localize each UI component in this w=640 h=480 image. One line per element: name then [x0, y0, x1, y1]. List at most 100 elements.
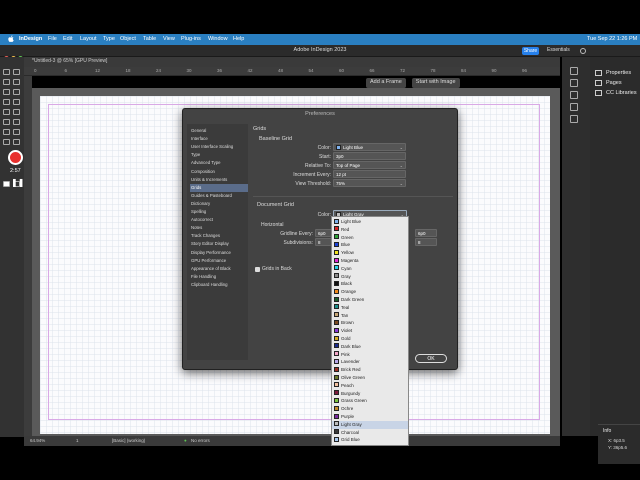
gap-tool-icon[interactable]	[13, 79, 20, 85]
relative-to-select[interactable]: Top of Page ⌄	[333, 161, 406, 169]
color-option-yellow[interactable]: Yellow	[332, 249, 408, 257]
ok-button[interactable]: OK	[415, 354, 447, 363]
color-icon[interactable]	[570, 103, 578, 111]
nav-item-story-editor-display[interactable]: Story Editor Display	[190, 240, 248, 248]
color-option-burgundy[interactable]: Burgundy	[332, 390, 408, 398]
preflight-status[interactable]: No errors	[191, 438, 210, 443]
record-stop-button[interactable]	[8, 150, 23, 165]
nav-item-user-interface-scaling[interactable]: User Interface Scaling	[190, 143, 248, 151]
color-option-dark-green[interactable]: Dark Green	[332, 296, 408, 304]
gradient-tool-icon[interactable]	[3, 129, 10, 135]
color-option-tan[interactable]: Tan	[332, 312, 408, 320]
menu-object[interactable]: Object	[120, 36, 136, 42]
search-icon[interactable]	[580, 48, 586, 54]
menu-layout[interactable]: Layout	[80, 36, 97, 42]
increment-field[interactable]: 12 pt	[333, 170, 406, 178]
color-option-lavender[interactable]: Lavender	[332, 358, 408, 366]
note-tool-icon[interactable]	[13, 129, 20, 135]
rectangle-tool-icon[interactable]	[13, 109, 20, 115]
menubar-clock[interactable]: Tue Sep 22 1:26 PM	[587, 36, 637, 42]
type-tool-icon[interactable]	[3, 89, 10, 95]
color-option-cyan[interactable]: Cyan	[332, 265, 408, 273]
color-option-black[interactable]: Black	[332, 280, 408, 288]
hand-tool-icon[interactable]	[13, 139, 20, 145]
color-option-olive-green[interactable]: Olive Green	[332, 374, 408, 382]
menu-type[interactable]: Type	[103, 36, 115, 42]
scissors-tool-icon[interactable]	[3, 119, 10, 125]
nav-item-dictionary[interactable]: Dictionary	[190, 200, 248, 208]
color-option-light-blue[interactable]: Light Blue	[332, 218, 408, 226]
color-option-grid-blue[interactable]: Grid Blue	[332, 436, 408, 444]
color-option-brown[interactable]: Brown	[332, 319, 408, 327]
nav-item-composition[interactable]: Composition	[190, 168, 248, 176]
nav-item-clipboard-handling[interactable]: Clipboard Handling	[190, 281, 248, 289]
pencil-tool-icon[interactable]	[13, 99, 20, 105]
color-option-gray[interactable]: Gray	[332, 273, 408, 281]
stroke-icon[interactable]	[570, 91, 578, 99]
view-threshold-select[interactable]: 75% ⌄	[333, 179, 406, 187]
panel-properties[interactable]: Properties	[606, 70, 631, 76]
fill-swatch-icon[interactable]	[3, 181, 10, 187]
share-button[interactable]: Share	[522, 47, 539, 55]
selection-tool-icon[interactable]	[3, 69, 10, 75]
menu-plugins[interactable]: Plug-ins	[181, 36, 201, 42]
color-option-peach[interactable]: Peach	[332, 382, 408, 390]
pause-icon[interactable]: ❚❚	[11, 178, 24, 187]
panel-cc-libraries[interactable]: CC Libraries	[606, 90, 637, 96]
nav-item-guides-pasteboard[interactable]: Guides & Pasteboard	[190, 192, 248, 200]
color-option-light-gray[interactable]: Light Gray	[332, 420, 408, 429]
eyedropper-tool-icon[interactable]	[3, 139, 10, 145]
nav-item-appearance-of-black[interactable]: Appearance of Black	[190, 265, 248, 273]
color-option-charcoal[interactable]: Charcoal	[332, 429, 408, 437]
vertical-ruler[interactable]	[24, 76, 32, 436]
menu-edit[interactable]: Edit	[63, 36, 72, 42]
color-option-grass-green[interactable]: Grass Green	[332, 397, 408, 405]
nav-item-interface[interactable]: Interface	[190, 135, 248, 143]
color-option-magenta[interactable]: Magenta	[332, 257, 408, 265]
baseline-color-select[interactable]: Light Blue ⌄	[333, 143, 406, 151]
color-option-blue[interactable]: Blue	[332, 241, 408, 249]
swatches-icon[interactable]	[570, 115, 578, 123]
grids-in-back-checkbox[interactable]	[255, 267, 260, 272]
nav-item-gpu-performance[interactable]: GPU Performance	[190, 257, 248, 265]
document-tab[interactable]: *Untitled-3 @ 65% [GPU Preview]	[32, 58, 107, 64]
menu-table[interactable]: Table	[143, 36, 156, 42]
nav-item-general[interactable]: General	[190, 127, 248, 135]
start-with-image-button[interactable]: Start with Image	[411, 78, 460, 88]
nav-item-track-changes[interactable]: Track Changes	[190, 232, 248, 240]
nav-item-advanced-type[interactable]: Advanced Type	[190, 159, 248, 167]
line-tool-icon[interactable]	[13, 89, 20, 95]
nav-item-display-performance[interactable]: Display Performance	[190, 249, 248, 257]
layers-icon[interactable]	[570, 67, 578, 75]
links-icon[interactable]	[570, 79, 578, 87]
nav-item-grids[interactable]: Grids	[190, 183, 248, 192]
nav-item-autocorrect[interactable]: Autocorrect	[190, 216, 248, 224]
page-number[interactable]: 1	[76, 438, 79, 443]
menu-view[interactable]: View	[163, 36, 175, 42]
color-option-purple[interactable]: Purple	[332, 413, 408, 421]
menu-help[interactable]: Help	[233, 36, 244, 42]
page-tool-icon[interactable]	[3, 79, 10, 85]
color-option-red[interactable]: Red	[332, 226, 408, 234]
horizontal-ruler[interactable]: 0 6 12 18 24 30 36 42 48 54 60 66 72 78 84 90 96	[24, 67, 560, 76]
vertical-gridline-every-field[interactable]: 6p0	[415, 229, 437, 237]
workspace-switcher[interactable]: Essentials	[547, 47, 570, 53]
panel-pages[interactable]: Pages	[606, 80, 622, 86]
baseline-start-field[interactable]: 3p0	[333, 152, 406, 160]
vertical-subdivisions-field[interactable]: 8	[415, 238, 437, 246]
color-option-dark-blue[interactable]: Dark Blue	[332, 343, 408, 351]
apple-icon[interactable]	[8, 35, 14, 43]
nav-item-file-handling[interactable]: File Handling	[190, 273, 248, 281]
app-menu[interactable]: InDesign	[19, 36, 42, 42]
color-option-teal[interactable]: Teal	[332, 304, 408, 312]
free-transform-tool-icon[interactable]	[13, 119, 20, 125]
nav-item-units-increments[interactable]: Units & Increments	[190, 176, 248, 184]
menu-file[interactable]: File	[48, 36, 57, 42]
color-option-orange[interactable]: Orange	[332, 288, 408, 296]
menu-window[interactable]: Window	[208, 36, 228, 42]
color-option-violet[interactable]: Violet	[332, 327, 408, 335]
nav-item-spelling[interactable]: Spelling	[190, 208, 248, 216]
direct-selection-tool-icon[interactable]	[13, 69, 20, 75]
pen-tool-icon[interactable]	[3, 99, 10, 105]
color-option-green[interactable]: Green	[332, 234, 408, 242]
